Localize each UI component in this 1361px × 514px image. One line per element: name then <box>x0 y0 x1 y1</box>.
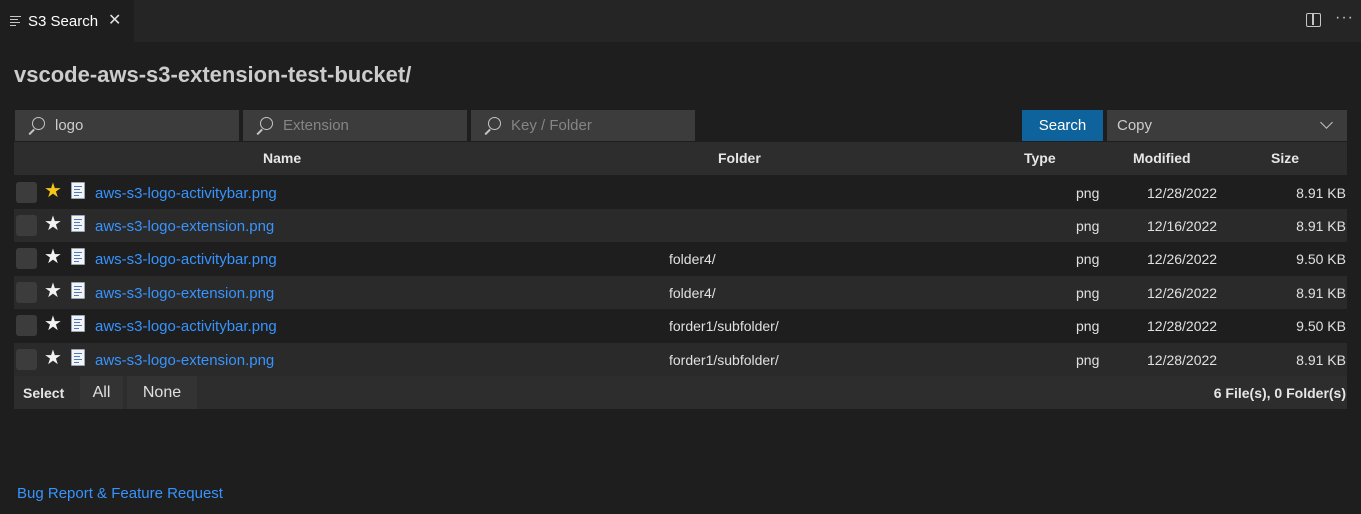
extension-search-field[interactable] <box>243 110 467 141</box>
size-cell: 8.91 KB <box>1296 352 1346 368</box>
modified-cell: 12/28/2022 <box>1147 318 1218 334</box>
row-checkbox[interactable] <box>16 248 37 269</box>
column-header-folder[interactable]: Folder <box>718 142 761 175</box>
file-icon <box>71 248 85 265</box>
star-icon[interactable]: ★ <box>44 281 62 301</box>
table-row: ★ aws-s3-logo-activitybar.png folder4/ p… <box>14 242 1347 275</box>
select-none-button[interactable]: None <box>127 376 197 409</box>
chevron-down-icon <box>1320 116 1333 129</box>
modified-cell: 12/28/2022 <box>1147 352 1218 368</box>
copy-dropdown-value: Copy <box>1117 117 1153 134</box>
name-search-input[interactable] <box>55 117 215 134</box>
search-icon <box>255 116 273 135</box>
select-label: Select <box>23 385 65 401</box>
modified-cell: 12/28/2022 <box>1147 185 1218 201</box>
file-name-link[interactable]: aws-s3-logo-extension.png <box>95 352 274 369</box>
table-row: ★ aws-s3-logo-activitybar.png png 12/28/… <box>14 176 1347 209</box>
star-icon[interactable]: ★ <box>44 348 62 368</box>
size-cell: 8.91 KB <box>1296 285 1346 301</box>
key-folder-search-input[interactable] <box>511 117 671 134</box>
file-name-link[interactable]: aws-s3-logo-extension.png <box>95 285 274 302</box>
bug-report-link[interactable]: Bug Report & Feature Request <box>17 485 223 502</box>
split-editor-icon[interactable] <box>1306 13 1321 27</box>
table-row: ★ aws-s3-logo-extension.png folder4/ png… <box>14 276 1347 309</box>
type-cell: png <box>1076 185 1100 201</box>
size-cell: 9.50 KB <box>1296 251 1346 267</box>
star-icon[interactable]: ★ <box>44 181 62 201</box>
file-name-link[interactable]: aws-s3-logo-activitybar.png <box>95 251 277 268</box>
column-header-size[interactable]: Size <box>1271 142 1299 175</box>
key-folder-search-field[interactable] <box>471 110 695 141</box>
tab-bar: S3 Search ✕ ··· <box>0 0 1361 42</box>
modified-cell: 12/26/2022 <box>1147 285 1218 301</box>
row-checkbox[interactable] <box>16 182 37 203</box>
row-checkbox[interactable] <box>16 282 37 303</box>
copy-dropdown[interactable]: Copy <box>1107 110 1347 141</box>
size-cell: 9.50 KB <box>1296 318 1346 334</box>
search-button[interactable]: Search <box>1022 110 1103 141</box>
file-name-link[interactable]: aws-s3-logo-activitybar.png <box>95 185 277 202</box>
column-header-modified[interactable]: Modified <box>1133 142 1191 175</box>
file-icon <box>71 282 85 299</box>
file-icon <box>71 215 85 232</box>
select-all-button[interactable]: All <box>80 376 123 409</box>
folder-cell: folder4/ <box>669 285 716 301</box>
folder-cell: forder1/subfolder/ <box>669 318 779 334</box>
modified-cell: 12/16/2022 <box>1147 218 1218 234</box>
close-icon[interactable]: ✕ <box>108 13 121 29</box>
star-icon[interactable]: ★ <box>44 214 62 234</box>
size-cell: 8.91 KB <box>1296 218 1346 234</box>
file-icon <box>71 182 85 199</box>
tab-title: S3 Search <box>28 12 99 30</box>
table-footer: Select All None 6 File(s), 0 Folder(s) <box>14 376 1347 409</box>
tab-s3-search[interactable]: S3 Search ✕ <box>0 0 134 42</box>
file-icon <box>71 349 85 366</box>
folder-cell: folder4/ <box>669 251 716 267</box>
row-checkbox[interactable] <box>16 349 37 370</box>
preview-icon <box>10 16 21 26</box>
type-cell: png <box>1076 251 1100 267</box>
bucket-title: vscode-aws-s3-extension-test-bucket/ <box>14 62 412 87</box>
column-header-name[interactable]: Name <box>263 142 301 175</box>
table-row: ★ aws-s3-logo-activitybar.png forder1/su… <box>14 309 1347 342</box>
type-cell: png <box>1076 285 1100 301</box>
file-icon <box>71 315 85 332</box>
file-name-link[interactable]: aws-s3-logo-extension.png <box>95 218 274 235</box>
file-count: 6 File(s), 0 Folder(s) <box>1213 385 1346 401</box>
table-header: Name Folder Type Modified Size <box>14 142 1347 175</box>
row-checkbox[interactable] <box>16 315 37 336</box>
table-row: ★ aws-s3-logo-extension.png forder1/subf… <box>14 343 1347 376</box>
type-cell: png <box>1076 352 1100 368</box>
row-checkbox[interactable] <box>16 215 37 236</box>
folder-cell: forder1/subfolder/ <box>669 352 779 368</box>
star-icon[interactable]: ★ <box>44 247 62 267</box>
search-icon <box>27 116 45 135</box>
extension-search-input[interactable] <box>283 117 443 134</box>
size-cell: 8.91 KB <box>1296 185 1346 201</box>
name-search-field[interactable] <box>15 110 239 141</box>
star-icon[interactable]: ★ <box>44 314 62 334</box>
type-cell: png <box>1076 318 1100 334</box>
search-icon <box>483 116 501 135</box>
more-actions-icon[interactable]: ··· <box>1335 9 1354 27</box>
column-header-type[interactable]: Type <box>1024 142 1056 175</box>
table-row: ★ aws-s3-logo-extension.png png 12/16/20… <box>14 209 1347 242</box>
file-name-link[interactable]: aws-s3-logo-activitybar.png <box>95 318 277 335</box>
type-cell: png <box>1076 218 1100 234</box>
modified-cell: 12/26/2022 <box>1147 251 1218 267</box>
